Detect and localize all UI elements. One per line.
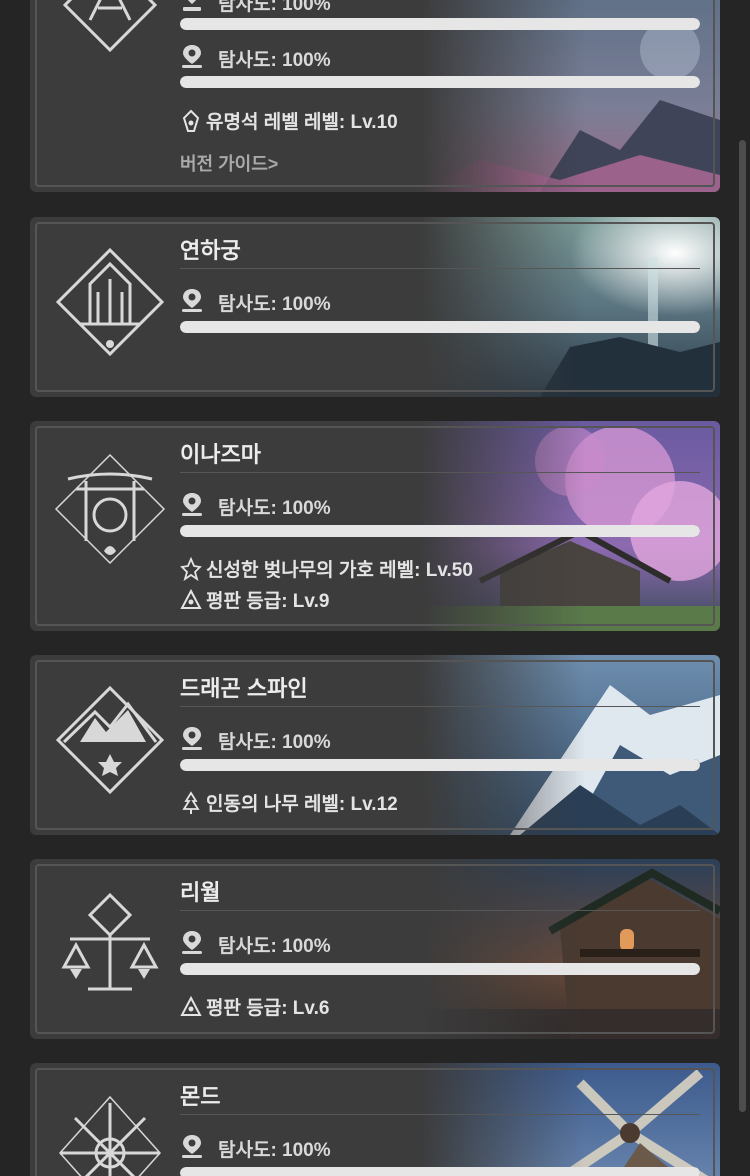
region-card-dragonspine[interactable]: 드래곤 스파인 탐사도: 100% 인동의 나무 레벨: Lv.12 bbox=[30, 655, 720, 835]
region-card-mondstadt[interactable]: 몬드 탐사도: 100% bbox=[30, 1063, 720, 1176]
exploration-progress-bar bbox=[180, 525, 700, 537]
reputation-level-row: 평판 등급: Lv.9 bbox=[180, 586, 329, 612]
region-card-inazuma[interactable]: 이나즈마 탐사도: 100% 신성한 벚나무의 가호 레벨: Lv.50 평판 … bbox=[30, 421, 720, 631]
exploration-label: 탐사도: 100% bbox=[218, 50, 331, 71]
mondstadt-emblem-icon bbox=[58, 1095, 162, 1176]
offering-level-row: 유명석 레벨 레벨: Lv.10 bbox=[180, 107, 398, 133]
region-title: 드래곤 스파인 bbox=[180, 676, 308, 701]
map-pin-icon bbox=[182, 1135, 202, 1158]
exploration-label: 탐사도: 100% bbox=[218, 0, 331, 15]
inazuma-emblem-icon bbox=[54, 453, 166, 565]
version-guide-link[interactable]: 버전 가이드> bbox=[180, 150, 278, 176]
map-pin-icon bbox=[182, 727, 202, 750]
offering-level-label: 유명석 레벨 레벨: Lv.10 bbox=[206, 112, 398, 133]
region-card-enkanomiya[interactable]: 연하궁 탐사도: 100% bbox=[30, 217, 720, 397]
map-pin-icon bbox=[182, 45, 202, 68]
map-pin-icon bbox=[182, 931, 202, 954]
exploration-label: 탐사도: 100% bbox=[218, 498, 331, 519]
frostbearing-tree-icon bbox=[182, 790, 200, 814]
exploration-progress-bar bbox=[180, 1167, 700, 1176]
lumenstone-icon bbox=[182, 109, 200, 132]
sacred-tree-level-row: 신성한 벚나무의 가호 레벨: Lv.50 bbox=[180, 555, 473, 581]
title-divider bbox=[180, 1114, 700, 1115]
exploration-label: 탐사도: 100% bbox=[218, 294, 331, 315]
region-title: 리월 bbox=[180, 880, 221, 905]
exploration-label: 탐사도: 100% bbox=[218, 732, 331, 753]
title-divider bbox=[180, 910, 700, 911]
reputation-icon bbox=[180, 995, 202, 1016]
exploration-label: 탐사도: 100% bbox=[218, 1140, 331, 1161]
map-pin-icon bbox=[182, 493, 202, 516]
exploration-progress-bar bbox=[180, 963, 700, 975]
title-divider bbox=[180, 472, 700, 473]
reputation-level-label: 평판 등급: Lv.6 bbox=[206, 998, 330, 1019]
progress-fill bbox=[180, 321, 700, 333]
region-title: 이나즈마 bbox=[180, 442, 261, 467]
liyue-emblem-icon bbox=[61, 892, 159, 991]
enkanomiya-emblem-icon bbox=[55, 247, 165, 357]
frostbearing-tree-level-label: 인동의 나무 레벨: Lv.12 bbox=[206, 794, 398, 815]
exploration-progress-bar bbox=[180, 76, 700, 88]
download-icon bbox=[183, 0, 201, 11]
dragonspine-emblem-icon bbox=[55, 685, 165, 795]
frostbearing-tree-level-row: 인동의 나무 레벨: Lv.12 bbox=[180, 789, 398, 815]
exploration-progress-bar bbox=[180, 759, 700, 771]
region-title: 연하궁 bbox=[180, 238, 241, 263]
sacred-tree-level-label: 신성한 벚나무의 가호 레벨: Lv.50 bbox=[206, 560, 473, 581]
region-title: 몬드 bbox=[180, 1084, 221, 1109]
reputation-level-row: 평판 등급: Lv.6 bbox=[180, 993, 329, 1019]
exploration-progress-bar bbox=[180, 18, 700, 30]
title-divider bbox=[180, 706, 700, 707]
reputation-icon bbox=[180, 588, 202, 609]
region-card-liyue[interactable]: 리월 탐사도: 100% 평판 등급: Lv.6 bbox=[30, 859, 720, 1039]
exploration-progress-bar bbox=[180, 321, 700, 333]
progress-fill bbox=[180, 525, 700, 537]
region-list: 탐사도: 100% 탐사도: 100% 유명석 레벨 레벨: Lv.10 버전 … bbox=[0, 0, 750, 1176]
progress-fill bbox=[180, 963, 700, 975]
title-divider bbox=[180, 268, 700, 269]
region-card-chasm[interactable]: 탐사도: 100% 탐사도: 100% 유명석 레벨 레벨: Lv.10 버전 … bbox=[30, 0, 720, 192]
chasm-emblem-icon bbox=[62, 0, 158, 53]
sacred-tree-icon bbox=[180, 556, 202, 581]
map-pin-icon bbox=[182, 289, 202, 312]
progress-fill bbox=[180, 1167, 700, 1176]
progress-fill bbox=[180, 18, 700, 30]
scrollbar[interactable] bbox=[739, 140, 746, 1112]
progress-fill bbox=[180, 759, 700, 771]
progress-fill bbox=[180, 76, 700, 88]
reputation-level-label: 평판 등급: Lv.9 bbox=[206, 591, 330, 612]
exploration-label: 탐사도: 100% bbox=[218, 936, 331, 957]
